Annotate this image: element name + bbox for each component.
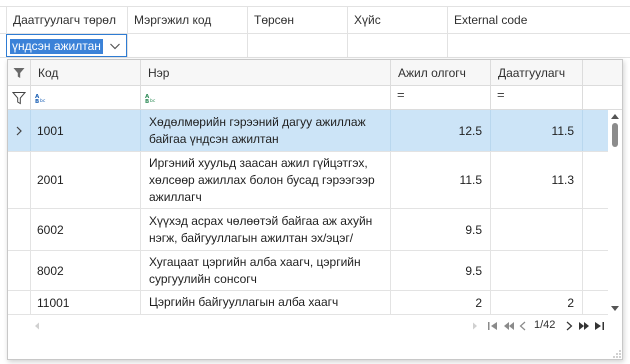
chevron-down-icon[interactable] bbox=[108, 39, 122, 53]
svg-text:bc: bc bbox=[40, 98, 46, 103]
cell-code[interactable]: 6002 bbox=[30, 209, 140, 250]
combo-value[interactable]: үндсэн ажилтан bbox=[10, 39, 103, 54]
column-header-code[interactable]: Код bbox=[30, 60, 140, 86]
filter-outline-icon[interactable] bbox=[12, 91, 26, 105]
filter-cell-code[interactable]: A B bc bbox=[30, 86, 140, 110]
grid-footer: 1/42 bbox=[8, 316, 622, 336]
column-header-gender[interactable]: Хүйс bbox=[347, 7, 447, 33]
cell-employer[interactable]: 9.5 bbox=[390, 209, 490, 250]
last-page-icon[interactable] bbox=[594, 321, 605, 331]
column-header-insured-type[interactable]: Даатгуулагч төрөл bbox=[6, 7, 126, 33]
filter-cell-employer[interactable]: = bbox=[390, 86, 490, 110]
column-header-external-code[interactable]: External code bbox=[447, 7, 630, 33]
scroll-down-arrow-icon[interactable] bbox=[610, 305, 620, 313]
text-filter-icon: A B bc bbox=[145, 94, 156, 103]
column-header-insured[interactable]: Даатгуулагч bbox=[490, 60, 582, 86]
equals-operator[interactable]: = bbox=[497, 87, 505, 102]
grid-cell[interactable] bbox=[127, 34, 247, 57]
previous-page-fast-icon[interactable] bbox=[503, 321, 515, 331]
previous-page-icon[interactable] bbox=[519, 321, 526, 331]
page-indicator: 1/42 bbox=[534, 319, 556, 331]
cell-insured[interactable]: 2 bbox=[490, 291, 582, 314]
cell-empty bbox=[582, 152, 608, 208]
resize-grip-icon[interactable] bbox=[612, 349, 622, 359]
grid-cell[interactable] bbox=[347, 34, 447, 57]
filter-cell-empty bbox=[582, 86, 622, 110]
table-row[interactable]: 11001 Цэргийн байгууллагын алба хаагч 2 … bbox=[8, 291, 608, 315]
next-page-icon[interactable] bbox=[566, 321, 573, 331]
grid-cell[interactable] bbox=[247, 34, 347, 57]
svg-text:B: B bbox=[145, 99, 149, 103]
scroll-right-arrow-icon[interactable] bbox=[472, 322, 478, 330]
cell-employer[interactable]: 12.5 bbox=[390, 110, 490, 151]
cell-code[interactable]: 8002 bbox=[30, 251, 140, 290]
cell-name[interactable]: Иргэний хуульд заасан ажил гүйцэтгэх, хө… bbox=[140, 152, 390, 208]
cell-code[interactable]: 1001 bbox=[30, 110, 140, 151]
text-filter-icon: A B bc bbox=[35, 94, 46, 103]
table-row[interactable]: 8002 Хугацаат цэргийн алба хаагч, цэргий… bbox=[8, 251, 608, 291]
lookup-header: Код Нэр Ажил олгогч Даатгуулагч bbox=[8, 60, 622, 86]
scroll-left-arrow-icon[interactable] bbox=[34, 322, 40, 330]
table-row[interactable]: 1001 Хөдөлмөрийн гэрээний дагуу ажиллаж … bbox=[8, 110, 608, 152]
cell-employer[interactable]: 2 bbox=[390, 291, 490, 314]
svg-text:bc: bc bbox=[150, 98, 156, 103]
column-header-birth[interactable]: Төрсөн bbox=[247, 7, 347, 33]
column-header-empty bbox=[582, 60, 622, 86]
column-header-employer[interactable]: Ажил олгогч bbox=[390, 60, 490, 86]
cell-code[interactable]: 2001 bbox=[30, 152, 140, 208]
lookup-dropdown: Код Нэр Ажил олгогч Даатгуулагч A B bc A… bbox=[7, 59, 623, 360]
cell-name[interactable]: Хугацаат цэргийн алба хаагч, цэргийн сур… bbox=[140, 251, 390, 290]
cell-insured[interactable] bbox=[490, 251, 582, 290]
vertical-scrollbar[interactable] bbox=[608, 110, 622, 315]
cell-empty bbox=[582, 110, 608, 151]
svg-text:B: B bbox=[35, 99, 39, 103]
filter-icon[interactable] bbox=[13, 67, 25, 79]
cell-name[interactable]: Цэргийн байгууллагын алба хаагч bbox=[140, 291, 390, 314]
cell-employer[interactable]: 11.5 bbox=[390, 152, 490, 208]
cell-code[interactable]: 11001 bbox=[30, 291, 140, 314]
filter-cell-insured[interactable]: = bbox=[490, 86, 582, 110]
cell-insured[interactable]: 11.5 bbox=[490, 110, 582, 151]
grid-cell[interactable] bbox=[447, 34, 630, 57]
cell-insured[interactable]: 11.3 bbox=[490, 152, 582, 208]
cell-empty bbox=[582, 251, 608, 290]
row-indicator-icon bbox=[16, 126, 22, 136]
grid-header: Даатгуулагч төрөл Мэргэжил код Төрсөн Хү… bbox=[0, 6, 630, 34]
column-header-profession-code[interactable]: Мэргэжил код bbox=[127, 7, 247, 33]
column-header-name[interactable]: Нэр bbox=[140, 60, 390, 86]
auto-filter-row: A B bc A B bc = = bbox=[8, 86, 622, 110]
next-page-fast-icon[interactable] bbox=[578, 321, 590, 331]
insured-type-combo[interactable]: үндсэн ажилтан bbox=[6, 34, 127, 57]
cell-insured[interactable] bbox=[490, 209, 582, 250]
filter-cell-name[interactable]: A B bc bbox=[140, 86, 390, 110]
table-row[interactable]: 6002 Хүүхэд асрах чөлөөтэй байгаа аж аху… bbox=[8, 209, 608, 251]
first-page-icon[interactable] bbox=[487, 321, 498, 331]
cell-name[interactable]: Хөдөлмөрийн гэрээний дагуу ажиллаж байга… bbox=[140, 110, 390, 151]
cell-empty bbox=[582, 291, 608, 314]
scroll-thumb[interactable] bbox=[612, 123, 618, 147]
table-row[interactable]: 2001 Иргэний хуульд заасан ажил гүйцэтгэ… bbox=[8, 152, 608, 209]
equals-operator[interactable]: = bbox=[397, 87, 405, 102]
cell-employer[interactable]: 9.5 bbox=[390, 251, 490, 290]
cell-name[interactable]: Хүүхэд асрах чөлөөтэй байгаа аж ахуйн нэ… bbox=[140, 209, 390, 250]
cell-empty bbox=[582, 209, 608, 250]
scroll-up-arrow-icon[interactable] bbox=[610, 112, 620, 120]
